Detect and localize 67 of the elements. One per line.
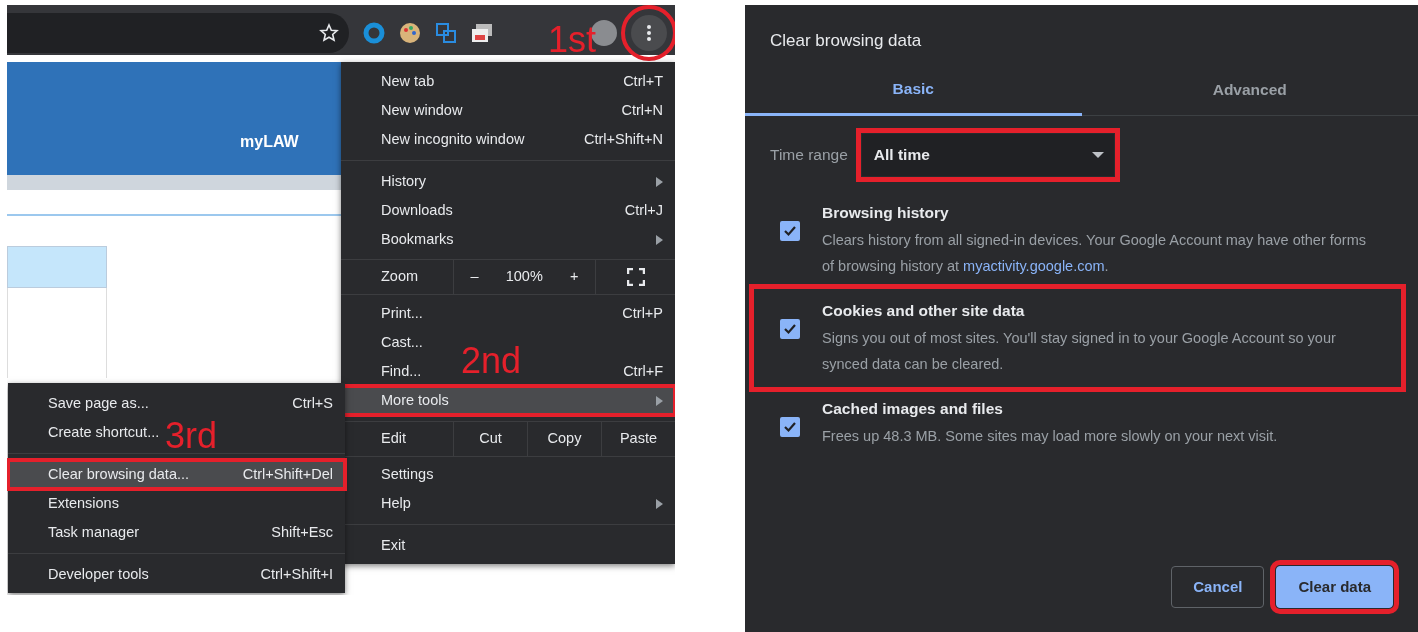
edit-action-button[interactable]: Paste [601,422,675,456]
dialog-title: Clear browsing data [769,30,923,52]
option-title: Browsing history [822,202,950,223]
cancel-button[interactable]: Cancel [1171,566,1265,608]
shortcut-text: Ctrl+Shift+I [260,564,333,584]
shortcut-text: Ctrl+J [624,200,663,220]
field-label: Time range [770,144,848,165]
checkbox[interactable] [780,417,800,437]
menu-item[interactable]: Developer tools [48,563,149,586]
menu-item[interactable]: Bookmarks [381,228,454,251]
shortcut-text: Ctrl+P [622,303,663,323]
menu-item[interactable]: Settings [381,463,434,486]
menu-item[interactable]: Task manager [48,521,140,544]
tab[interactable]: Advanced [1081,65,1418,116]
submenu-arrow-icon [656,176,663,187]
annotation-label: 2nd [461,343,522,379]
shortcut-text: Ctrl+T [623,71,663,91]
menu-item[interactable]: Cast... [381,331,423,354]
menu-icon [647,24,651,41]
zoom-in-button[interactable]: + [563,265,585,289]
shortcut-text: Ctrl+F [623,361,663,381]
menu-item[interactable]: New tab [381,70,435,93]
stacked-windows-icon[interactable] [471,22,493,43]
menu-item[interactable]: Save page as... [48,392,149,415]
submenu-arrow-icon [656,498,663,509]
annotation-label: 1st [548,22,597,58]
shortcut-text: Ctrl+N [621,100,663,120]
edit-action-button[interactable]: Copy [527,422,601,456]
menu-item[interactable]: Help [381,492,411,515]
menu-item[interactable]: New incognito window [381,128,525,151]
menu-item[interactable]: Find... [381,360,422,383]
option-description: Clears history from all signed-in devices. Your Google Account may have other forms of browsing history at myactivity.google.com. [822,230,1367,276]
shortcut-text: Ctrl+Shift+N [584,129,663,149]
shortcut-text: Shift+Esc [271,522,333,542]
edit-label: Edit [380,429,407,449]
overlapping-squares-icon[interactable] [435,21,457,44]
option-description: Frees up 48.3 MB. Some sites may load more slowly on your next visit. [822,427,1278,447]
menu-item[interactable]: History [381,170,427,193]
zoom-label: Zoom [380,267,420,287]
checkbox[interactable] [780,318,800,339]
menu-item[interactable]: Print... [381,302,423,325]
tab[interactable]: Basic [745,65,1082,116]
edit-action-button[interactable]: Cut [453,422,527,456]
link[interactable]: myactivity.google.com [963,257,1105,274]
site-name: myLAW [240,133,299,150]
star-icon[interactable] [319,22,339,43]
caret-icon [1091,151,1104,158]
shortcut-text: Ctrl+S [292,393,333,413]
shortcut-text: Ctrl+Shift+Del [242,464,333,484]
zoom-level: 100% [505,267,543,287]
menu-item[interactable]: Extensions [48,492,119,515]
menu-item[interactable]: Exit [381,534,406,557]
option-title: Cookies and other site data [822,300,1026,321]
palette-icon[interactable] [399,21,421,44]
menu-item[interactable]: Clear browsing data... Ctrl+Shift+Del [8,460,345,489]
zoom-out-button[interactable]: – [464,265,485,289]
option-description: Signs you out of most sites. You'll stay signed in to your Google Account so your synced data can be cleared. [822,329,1337,374]
checkbox[interactable] [780,220,800,241]
fullscreen-icon[interactable] [626,268,645,286]
annotation-label: 3rd [165,418,218,454]
menu-item[interactable]: Downloads [381,199,453,222]
menu-item[interactable]: New window [381,99,463,122]
submenu-arrow-icon [656,395,663,406]
submenu-arrow-icon [656,234,663,245]
ring-icon[interactable] [363,21,385,44]
menu-item[interactable]: Create shortcut... [48,421,160,444]
option-title: Cached images and files [822,399,1004,419]
